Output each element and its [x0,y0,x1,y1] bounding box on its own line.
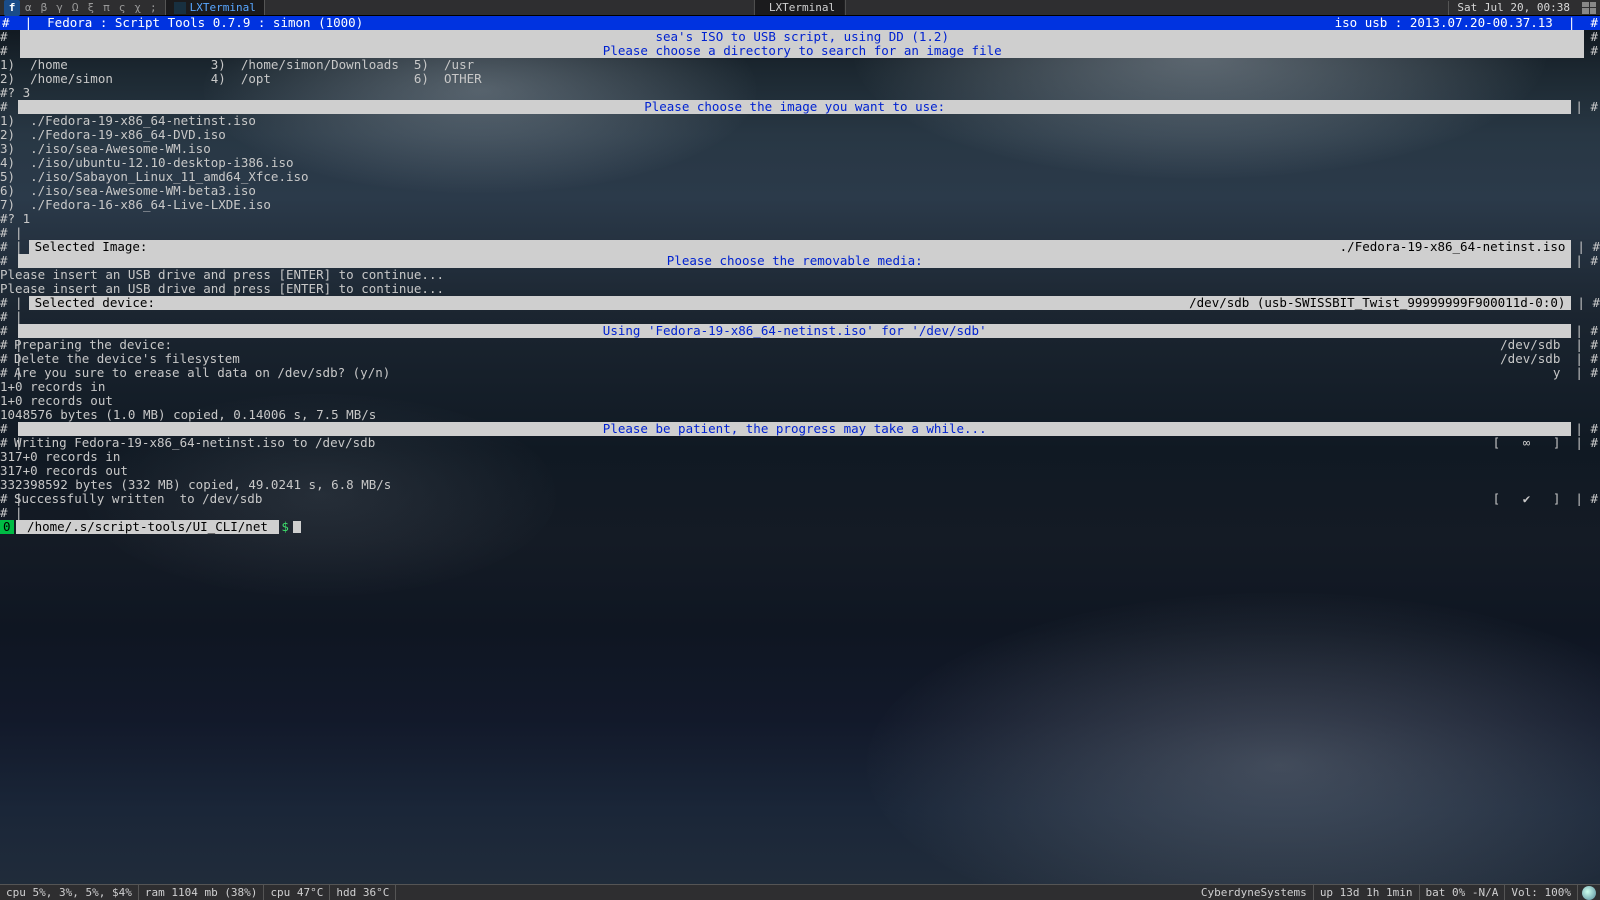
iso-list-item: 7) ./Fedora-16-x86_64-Live-LXDE.iso [0,198,1600,212]
banner-text: Please be patient, the progress may take… [18,422,1571,436]
banner-text: Please choose the image you want to use: [18,100,1571,114]
shell-prompt[interactable]: 0 /home/.s/script-tools/UI_CLI/net $ [0,520,1600,534]
prep-value: /dev/sdb [1500,337,1560,352]
hash-row: # | Please be patient, the progress may … [0,422,1600,436]
prep-label: Are you sure to erease all data on /dev/… [14,366,390,380]
check-icon: [ ✔ ] [1493,491,1561,506]
stat-ram: ram 1104 mb (38%) [139,885,265,900]
dd-output: 332398592 bytes (332 MB) copied, 49.0241… [0,478,1600,492]
dir-menu-row: 2) /home/simon 4) /opt 6) OTHER [0,72,1600,86]
dd-output: 1+0 records out [0,394,1600,408]
prep-value: /dev/sdb [1500,351,1560,366]
layout-icon[interactable] [1582,2,1596,14]
selected-image-value: ./Fedora-19-x86_64-netinst.iso [1340,240,1566,254]
wm-bottom-bar: cpu 5%, 3%, 5%, $4% ram 1104 mb (38%) cp… [0,884,1600,900]
success-text: Successfully written to /dev/sdb [14,492,262,506]
stat-host: CyberdyneSystems [1195,885,1314,900]
prep-label: Delete the device's filesystem [14,352,240,366]
spacer-line: # | [0,310,1600,324]
banner: Please be patient, the progress may take… [18,422,1571,436]
selected-device-label: Selected device: [35,296,155,310]
wm-tag[interactable]: ; [146,1,161,15]
terminal-viewport[interactable]: # | Fedora : Script Tools 0.7.9 : simon … [0,16,1600,884]
selected-device-value: /dev/sdb (usb-SWISSBIT_Twist_99999999F90… [1189,296,1565,310]
progress-icon: [ ∞ ] [1493,435,1561,450]
exit-code-badge: 0 [0,520,14,534]
hash-row: # | Please choose the removable media: |… [0,254,1600,268]
spacer-line: # | [0,226,1600,240]
iso-list-item: 2) ./Fedora-19-x86_64-DVD.iso [0,128,1600,142]
iso-list-item: 5) ./iso/Sabayon_Linux_11_amd64_Xfce.iso [0,170,1600,184]
wm-clock: Sat Jul 20, 00:38 [1448,1,1578,15]
success-row: # | Successfully written to /dev/sdb [ ✔… [0,492,1600,506]
selected-image-row: # | Selected Image: ./Fedora-19-x86_64-n… [0,240,1600,254]
iso-list-item: 1) ./Fedora-19-x86_64-netinst.iso [0,114,1600,128]
stat-uptime: up 13d 1h 1min [1314,885,1420,900]
banner: Using 'Fedora-19-x86_64-netinst.iso' for… [18,324,1571,338]
usb-prompt-line: Please insert an USB drive and press [EN… [0,282,1600,296]
stat-volume: Vol: 100% [1505,885,1578,900]
spacer-line: # | [0,506,1600,520]
prep-row: # | Are you sure to erease all data on /… [0,366,1600,380]
cursor-block [293,521,301,533]
banner: Please choose a directory to search for … [20,44,1584,58]
wm-tag[interactable]: γ [52,1,67,15]
wm-tag[interactable]: π [99,1,114,15]
cwd-segment: /home/.s/script-tools/UI_CLI/net [16,520,280,534]
writing-row: # | Writing Fedora-19-x86_64-netinst.iso… [0,436,1600,450]
iso-list-item: 6) ./iso/sea-Awesome-WM-beta3.iso [0,184,1600,198]
terminal-icon [174,2,186,14]
writing-label: Writing Fedora-19-x86_64-netinst.iso to … [14,436,375,450]
stat-battery: bat 0% -N/A [1420,885,1506,900]
prep-confirm: y [1553,365,1561,380]
banner-text: sea's ISO to USB script, using DD (1.2) [20,30,1584,44]
tray-globe-icon[interactable] [1582,886,1596,900]
wm-tag[interactable]: χ [130,1,145,15]
dd-output: 317+0 records out [0,464,1600,478]
banner: Please choose the removable media: [18,254,1571,268]
wm-tag[interactable]: ς [115,1,130,15]
fedora-menu-icon[interactable]: f [4,0,20,16]
banner-text: Please choose the removable media: [18,254,1571,268]
wm-tag[interactable]: β [37,1,52,15]
wm-top-bar: f α β γ Ω ξ π ς χ ; LXTerminal LXTermina… [0,0,1600,16]
iso-list-item: 4) ./iso/ubuntu-12.10-desktop-i386.iso [0,156,1600,170]
dir-menu-prompt: #? 3 [0,86,1600,100]
wm-tag[interactable]: Ω [68,1,83,15]
iso-list-item: 3) ./iso/sea-Awesome-WM.iso [0,142,1600,156]
banner-text: Using 'Fedora-19-x86_64-netinst.iso' for… [18,324,1571,338]
task-title: LXTerminal [769,1,835,15]
stat-cpu: cpu 5%, 3%, 5%, $4% [0,885,139,900]
selected-device-row: # | Selected device: /dev/sdb (usb-SWISS… [0,296,1600,310]
wm-tag[interactable]: α [21,1,36,15]
hash-row: # Please choose a directory to search fo… [0,44,1600,58]
task-title: LXTerminal [190,1,256,15]
usb-prompt-line: Please insert an USB drive and press [EN… [0,268,1600,282]
taskbar-active-window[interactable]: LXTerminal [165,0,265,15]
hash-row: # | Using 'Fedora-19-x86_64-netinst.iso'… [0,324,1600,338]
prep-label: Preparing the device: [14,338,172,352]
banner: Please choose the image you want to use: [18,100,1571,114]
prep-row: # | Delete the device's filesystem /dev/… [0,352,1600,366]
script-titlebar: # | Fedora : Script Tools 0.7.9 : simon … [0,16,1600,30]
dd-output: 317+0 records in [0,450,1600,464]
hash-row: # sea's ISO to USB script, using DD (1.2… [0,30,1600,44]
dir-menu-row: 1) /home 3) /home/simon/Downloads 5) /us… [0,58,1600,72]
prompt-symbol: $ [281,520,289,534]
stat-hdd-temp: hdd 36°C [330,885,396,900]
wm-tagset: f α β γ Ω ξ π ς χ ; [0,0,165,16]
dd-output: 1+0 records in [0,380,1600,394]
dd-output: 1048576 bytes (1.0 MB) copied, 0.14006 s… [0,408,1600,422]
banner: sea's ISO to USB script, using DD (1.2) [20,30,1584,44]
taskbar-center-window[interactable]: LXTerminal [754,0,846,15]
stat-cpu-temp: cpu 47°C [264,885,330,900]
hash-row: # | Please choose the image you want to … [0,100,1600,114]
banner-text: Please choose a directory to search for … [20,44,1584,58]
prep-row: # | Preparing the device: /dev/sdb | # [0,338,1600,352]
wm-tag[interactable]: ξ [84,1,99,15]
iso-prompt: #? 1 [0,212,1600,226]
selected-image-label: Selected Image: [35,240,148,254]
